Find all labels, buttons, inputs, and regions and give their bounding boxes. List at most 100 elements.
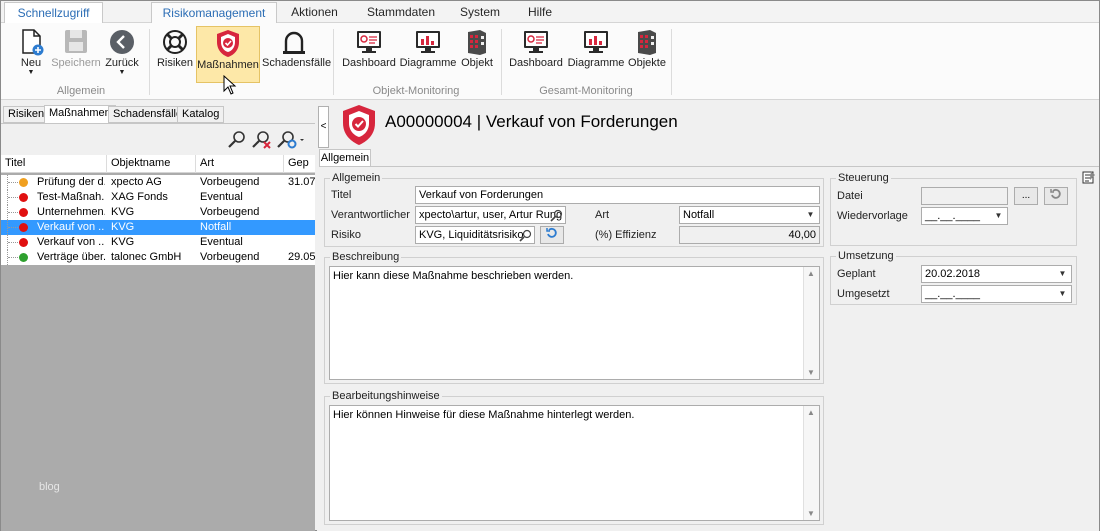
objekte-button[interactable]: Objekte: [627, 27, 667, 69]
chevron-down-icon: ▼: [1058, 269, 1067, 278]
save-icon: [65, 30, 87, 53]
diagramme-button[interactable]: Diagramme: [398, 27, 458, 69]
wiedervorlage-label: Wiedervorlage: [837, 210, 908, 222]
search-icon[interactable]: [550, 209, 563, 222]
status-dot-icon: [19, 223, 28, 232]
search-clear-icon[interactable]: [251, 130, 273, 150]
tree-connector: [7, 250, 19, 265]
status-dot-icon: [19, 253, 28, 262]
risiko-refresh-button[interactable]: [540, 226, 564, 244]
verantwortlicher-field[interactable]: xpecto\artur, user, Artur Rung: [415, 206, 566, 224]
group-legend: Allgemein: [330, 172, 383, 184]
cell-objektname: KVG: [111, 236, 135, 248]
tab-katalog[interactable]: Katalog: [177, 106, 225, 123]
collapse-button[interactable]: <: [318, 106, 329, 148]
schadensfaelle-button[interactable]: Schadensfälle: [262, 27, 331, 69]
cell-geplant: [288, 220, 315, 235]
table-row[interactable]: Test-Maßnah... XAG Fonds Eventual: [1, 190, 315, 205]
tab-schnellzugriff[interactable]: Schnellzugriff: [4, 2, 103, 23]
neu-button[interactable]: Neu ▼: [13, 27, 49, 77]
cell-art: Eventual: [200, 191, 243, 203]
risiko-value: KVG, Liquiditätsrisiko: [419, 229, 524, 241]
effizienz-label: (%) Effizienz: [595, 229, 657, 241]
search-icon[interactable]: [519, 229, 532, 242]
art-value: Notfall: [683, 209, 715, 221]
status-dot-icon: [19, 238, 28, 247]
search-settings-icon[interactable]: [276, 130, 306, 150]
objekt-label: Objekt: [461, 57, 493, 69]
objekte-label: Objekte: [628, 57, 666, 69]
tree-connector: [7, 220, 19, 235]
objekt-button[interactable]: Objekt: [460, 27, 494, 69]
dropdown-arrow-icon: ▼: [27, 69, 35, 76]
search-icon[interactable]: [227, 130, 247, 150]
beschreibung-text: Hier kann diese Maßnahme beschrieben wer…: [333, 270, 574, 282]
notes-icon[interactable]: [1081, 169, 1097, 185]
tab-aktionen[interactable]: Aktionen: [282, 2, 347, 23]
cell-art: Eventual: [200, 236, 243, 248]
cell-titel: Unternehmen...: [37, 206, 105, 218]
table-row[interactable]: Prüfung der d... xpecto AG Vorbeugend 31.07: [1, 175, 315, 190]
scrollbar[interactable]: ▲ ▼: [803, 267, 819, 379]
monitor-chart-icon: [584, 31, 608, 53]
cell-objektname: talonec GmbH: [111, 251, 182, 263]
hinweise-textarea[interactable]: Hier können Hinweise für diese Maßnahme …: [329, 405, 820, 521]
table-row[interactable]: Verkauf von ... KVG Notfall: [1, 220, 315, 235]
risiken-button[interactable]: Risiken: [156, 27, 194, 69]
geplant-datepicker[interactable]: 20.02.2018 ▼: [921, 265, 1072, 283]
umsetzung-group: Umsetzung Geplant 20.02.2018 ▼ Umgesetzt…: [830, 250, 1077, 305]
speichern-button[interactable]: Speichern: [51, 27, 101, 69]
umgesetzt-datepicker[interactable]: __.__.____ ▼: [921, 285, 1072, 303]
dashboard-button[interactable]: Dashboard: [342, 27, 396, 69]
column-header-objektname[interactable]: Objektname: [107, 155, 196, 173]
tab-schadensfaelle[interactable]: Schadensfälle: [108, 106, 188, 123]
effizienz-field[interactable]: 40,00: [679, 226, 820, 244]
column-header-geplant[interactable]: Gep: [284, 155, 315, 173]
speichern-label: Speichern: [51, 57, 101, 69]
refresh-icon: [546, 227, 557, 238]
art-dropdown[interactable]: Notfall ▼: [679, 206, 820, 224]
datei-browse-button[interactable]: ...: [1014, 187, 1038, 205]
tab-hilfe[interactable]: Hilfe: [518, 2, 562, 23]
wiedervorlage-datepicker[interactable]: __.__.____ ▼: [921, 207, 1008, 225]
table-row[interactable]: Verkauf von ... KVG Eventual: [1, 235, 315, 250]
group-separator: [671, 29, 672, 95]
art-label: Art: [595, 209, 610, 221]
dashboard-gesamt-button[interactable]: Dashboard: [509, 27, 563, 69]
tab-stammdaten[interactable]: Stammdaten: [359, 2, 443, 23]
zurueck-button[interactable]: Zurück ▼: [104, 27, 140, 77]
titel-field[interactable]: Verkauf von Forderungen: [415, 186, 820, 204]
column-header-art[interactable]: Art: [196, 155, 284, 173]
group-label-gesamt-monitoring: Gesamt-Monitoring: [539, 85, 633, 97]
chevron-left-icon: <: [320, 121, 327, 132]
monitor-dashboard-icon: [524, 31, 548, 53]
cell-titel: Prüfung der d...: [37, 176, 105, 188]
steuerung-group: Steuerung Datei ... Wiedervorlage __.__.…: [830, 172, 1077, 246]
datei-refresh-button[interactable]: [1044, 187, 1068, 205]
tab-risikomanagement[interactable]: Risikomanagement: [151, 2, 277, 24]
massnahmen-label: Maßnahmen: [197, 59, 259, 71]
geplant-value: 20.02.2018: [925, 268, 981, 280]
cell-titel: Verkauf von ...: [37, 236, 105, 248]
scrollbar[interactable]: ▲ ▼: [803, 406, 819, 520]
umgesetzt-label: Umgesetzt: [837, 288, 890, 300]
tab-allgemein[interactable]: Allgemein: [319, 149, 371, 167]
detail-panel: Allgemein Titel Verkauf von Forderungen …: [319, 166, 1099, 531]
tab-system[interactable]: System: [454, 2, 506, 23]
shield-check-icon: [217, 30, 239, 57]
diagramme-gesamt-button[interactable]: Diagramme: [566, 27, 626, 69]
cell-art: Vorbeugend: [200, 206, 260, 218]
neu-label: Neu: [20, 57, 42, 69]
table-row[interactable]: Unternehmen... KVG Vorbeugend: [1, 205, 315, 220]
tab-massnahmen[interactable]: Maßnahmen: [44, 105, 116, 124]
risiko-field[interactable]: KVG, Liquiditätsrisiko: [415, 226, 535, 244]
table-row[interactable]: Verträge über... talonec GmbH Vorbeugend 29…: [1, 250, 315, 265]
status-dot-icon: [19, 178, 28, 187]
column-header-titel[interactable]: Titel: [1, 155, 107, 173]
tab-risiken[interactable]: Risiken: [3, 106, 50, 123]
verantwortlicher-value: xpecto\artur, user, Artur Rung: [419, 209, 563, 221]
datei-field[interactable]: [921, 187, 1008, 205]
cell-geplant: 29.05: [288, 251, 315, 263]
beschreibung-textarea[interactable]: Hier kann diese Maßnahme beschrieben wer…: [329, 266, 820, 380]
ribbon: Neu ▼ Speichern Zurück ▼ Allgemein Risik…: [1, 23, 1099, 100]
